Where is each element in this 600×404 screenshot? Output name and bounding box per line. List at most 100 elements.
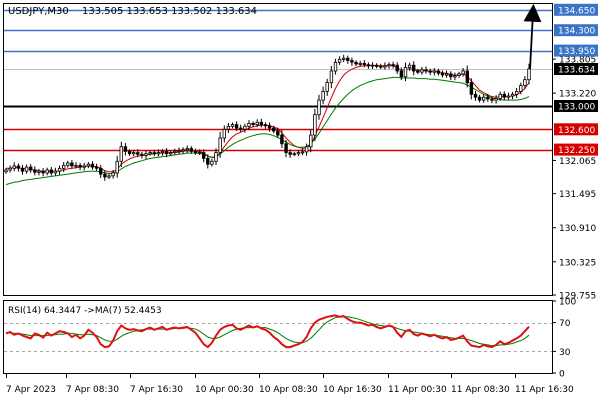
candle-body <box>136 152 140 155</box>
candle-body <box>469 82 474 95</box>
candle-body <box>8 167 12 171</box>
candle-body <box>276 130 280 136</box>
candle-body <box>477 96 482 101</box>
rsi-tick-label: 70 <box>559 319 571 329</box>
candle-body <box>251 123 255 126</box>
candle-body <box>416 70 420 73</box>
candle-body <box>173 150 177 153</box>
time-tick-label: 11 Apr 08:30 <box>451 385 510 395</box>
candle-body <box>374 64 379 67</box>
candle-body <box>403 67 408 78</box>
candle-body <box>440 72 445 76</box>
candle-body <box>317 99 321 116</box>
candle-body <box>16 165 21 169</box>
candle-body <box>37 170 41 173</box>
level-tag-4: 132.600 <box>558 126 595 136</box>
price-chart-svg[interactable]: USDJPY,M30 133.505 133.653 133.502 133.6… <box>0 0 600 400</box>
candle-body <box>383 65 387 68</box>
candle-body <box>45 169 49 174</box>
candle-body <box>399 70 404 78</box>
candle-body <box>255 121 259 126</box>
candle-body <box>481 96 486 101</box>
candle-body <box>20 167 25 172</box>
candle-body <box>181 149 185 152</box>
candle-body <box>66 162 70 166</box>
candle-body <box>119 146 123 162</box>
candle-body <box>131 152 136 155</box>
candle-body <box>111 172 115 177</box>
candle-body <box>49 169 53 174</box>
candle-body <box>206 157 210 165</box>
price-tick-label: 130.325 <box>559 258 596 268</box>
level-tag-3: 133.000 <box>558 103 595 113</box>
candle-body <box>53 170 58 174</box>
candle-body <box>78 164 82 168</box>
price-tick-label: 132.065 <box>559 157 596 167</box>
candle-body <box>304 146 309 153</box>
candle-body <box>152 152 156 155</box>
level-tag-2: 133.950 <box>558 47 595 57</box>
candle-body <box>33 169 37 173</box>
candle-body <box>502 93 506 98</box>
candle-body <box>103 173 107 178</box>
rsi-label: RSI(14) 64.3447 ->MA(7) 52.4453 <box>8 306 162 316</box>
candle-body <box>24 166 29 172</box>
candle-body <box>300 151 305 154</box>
candle-body <box>358 63 362 65</box>
candle-body <box>127 150 132 155</box>
candle-body <box>28 166 33 171</box>
candle-body <box>288 152 292 155</box>
candle-body <box>214 152 218 162</box>
candle-body <box>296 152 301 155</box>
candle-body <box>498 93 502 99</box>
price-tick-label: 130.910 <box>559 224 596 234</box>
candle-body <box>428 70 432 73</box>
time-tick-label: 7 Apr 16:30 <box>130 385 183 395</box>
candle-body <box>346 57 350 61</box>
candle-body <box>370 64 375 67</box>
candle-body <box>309 134 313 148</box>
candle-body <box>387 64 391 67</box>
time-tick-label: 11 Apr 00:30 <box>388 385 447 395</box>
candle-body <box>449 73 453 78</box>
candle-body <box>329 70 334 84</box>
candle-body <box>461 70 465 75</box>
level-tag-5: 132.250 <box>558 146 595 156</box>
candle-body <box>148 152 152 155</box>
candle-body <box>259 121 263 126</box>
candle-body <box>457 73 461 77</box>
candle-body <box>313 114 317 136</box>
time-tick-label: 7 Apr 2023 <box>6 385 56 395</box>
candle-body <box>226 125 231 130</box>
candle-body <box>292 153 296 156</box>
rsi-tick-label: 30 <box>559 348 571 358</box>
candle-body <box>263 124 268 127</box>
price-tick-label: 133.220 <box>559 90 596 100</box>
candle-body <box>230 124 235 127</box>
candle-body <box>453 75 457 78</box>
candle-body <box>411 64 416 72</box>
price-tick-label: 131.495 <box>559 190 596 200</box>
candle-body <box>271 127 276 132</box>
ohlc-readout: 133.505 133.653 133.502 133.634 <box>82 6 257 17</box>
candle-body <box>94 166 99 169</box>
candle-body <box>210 160 214 165</box>
candle-body <box>420 69 424 73</box>
candle-body <box>82 165 86 168</box>
candle-body <box>12 165 16 169</box>
candle-body <box>99 167 103 175</box>
candle-body <box>4 169 8 173</box>
candle-body <box>510 93 515 97</box>
rsi-tick-label: 100 <box>559 298 576 308</box>
candle-body <box>201 152 206 159</box>
candle-body <box>444 73 449 76</box>
rsi-tick-label: 0 <box>559 370 565 380</box>
candle-body <box>280 134 284 145</box>
candle-body <box>140 153 144 156</box>
time-tick-label: 10 Apr 00:30 <box>195 385 254 395</box>
candle-body <box>123 146 128 152</box>
candle-body <box>494 98 498 101</box>
candle-body <box>284 143 288 153</box>
candle-body <box>144 153 148 156</box>
candle-body <box>164 150 169 155</box>
